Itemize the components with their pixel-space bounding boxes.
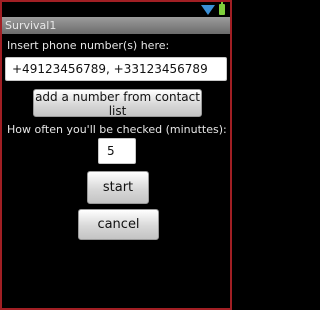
cancel-button[interactable]: cancel: [78, 209, 159, 240]
start-button[interactable]: start: [87, 171, 149, 204]
phone-number-input[interactable]: [5, 57, 227, 81]
minutes-input[interactable]: [98, 138, 136, 164]
app-title-bar: Survival1: [2, 17, 230, 34]
battery-icon: [219, 2, 225, 15]
app-window: Survival1 Insert phone number(s) here: a…: [0, 0, 232, 310]
wifi-icon: [201, 5, 215, 15]
interval-label: How often you'll be checked (minuttes):: [7, 123, 227, 136]
status-bar: [2, 2, 230, 17]
phone-label: Insert phone number(s) here:: [7, 39, 170, 52]
app-title: Survival1: [5, 19, 57, 32]
add-from-contacts-button[interactable]: add a number from contact list: [33, 89, 202, 118]
